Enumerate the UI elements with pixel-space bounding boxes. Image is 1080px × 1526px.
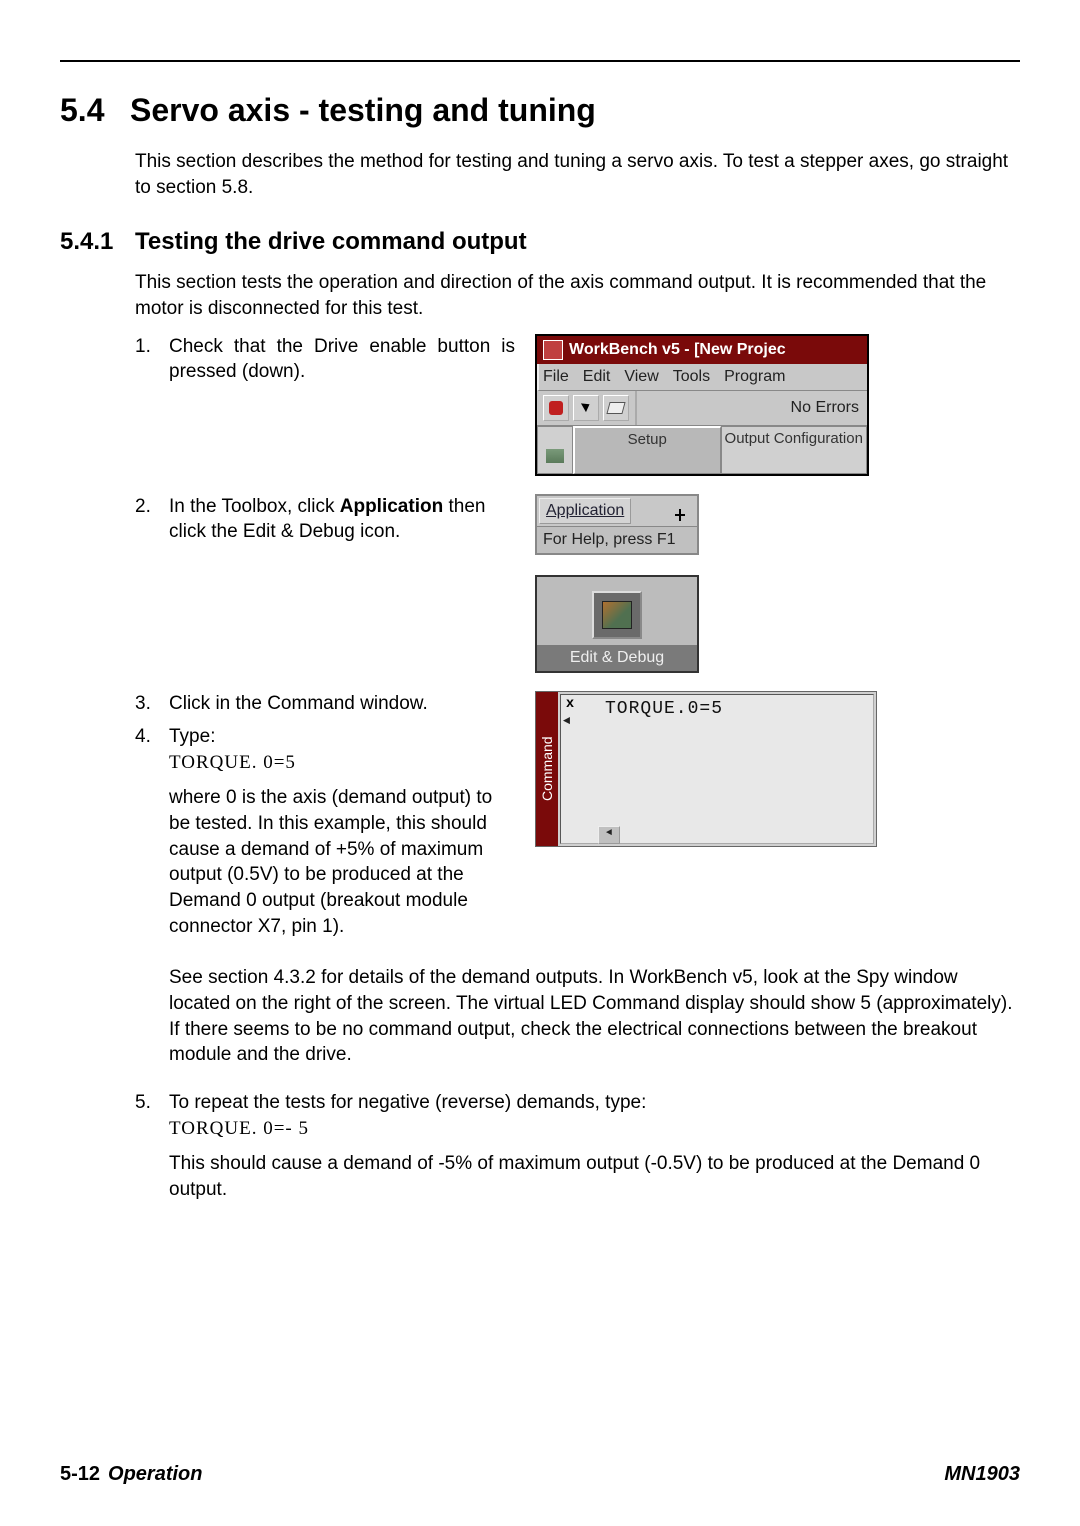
step-5: To repeat the tests for negative (revers…: [135, 1090, 1020, 1203]
step-2: In the Toolbox, click Application then c…: [135, 494, 515, 545]
top-rule: [60, 60, 1020, 62]
step-3: Click in the Command window.: [135, 691, 515, 717]
tab-strip: Setup Output Configuration: [537, 426, 867, 474]
close-icon[interactable]: x: [562, 694, 578, 710]
section-number: 5.4: [60, 92, 130, 129]
footer-left: 5-12Operation: [60, 1463, 202, 1486]
toolbar-clear-button[interactable]: [603, 395, 629, 421]
step-4-continued: See section 4.3.2 for details of the dem…: [169, 965, 1020, 1068]
tab-setup[interactable]: Setup: [573, 426, 721, 474]
subsection-number: 5.4.1: [60, 228, 135, 256]
scroll-left-icon[interactable]: ◄: [598, 826, 620, 844]
window-title: WorkBench v5 - [New Projec: [569, 341, 786, 359]
application-tab-figure: Application For Help, press F1: [535, 494, 699, 555]
step-4: Type: TORQUE. 0=5 where 0 is the axis (d…: [135, 724, 515, 939]
cursor-icon: [580, 399, 591, 411]
workbench-window: WorkBench v5 - [New Projec File Edit Vie…: [535, 334, 869, 476]
collapse-icon[interactable]: [562, 714, 576, 728]
subsection-heading: 5.4.1Testing the drive command output: [60, 228, 1020, 256]
tab-icon-cell: [537, 426, 573, 474]
eraser-icon: [606, 402, 625, 414]
command-window: Command x TORQUE.0=5 ◄: [535, 691, 877, 847]
menu-file[interactable]: File: [543, 368, 569, 386]
subsection-title: Testing the drive command output: [135, 228, 527, 255]
menu-program[interactable]: Program: [724, 368, 785, 386]
edit-debug-icon: [602, 601, 632, 629]
page-footer: 5-12Operation MN1903: [60, 1463, 1020, 1486]
command-textarea[interactable]: TORQUE.0=5: [560, 694, 874, 844]
stop-icon: [549, 401, 563, 415]
footer-right: MN1903: [944, 1463, 1020, 1486]
section-heading: 5.4Servo axis - testing and tuning: [60, 92, 1020, 129]
statusbar-help: For Help, press F1: [537, 526, 697, 553]
tab-icon: [546, 449, 564, 463]
status-noerrors: No Errors: [637, 399, 867, 417]
toolbar-cursor-button[interactable]: [573, 395, 599, 421]
tab-output-config[interactable]: Output Configuration: [721, 426, 868, 474]
toolbar: No Errors: [537, 391, 867, 426]
command-text: TORQUE.0=5: [605, 699, 723, 719]
command-tab-label[interactable]: Command: [536, 692, 558, 846]
edit-debug-figure: Edit & Debug: [535, 575, 699, 673]
app-icon: [543, 340, 563, 360]
drive-enable-button[interactable]: [543, 395, 569, 421]
menu-edit[interactable]: Edit: [583, 368, 611, 386]
menu-tools[interactable]: Tools: [673, 368, 710, 386]
menu-view[interactable]: View: [624, 368, 658, 386]
menu-bar: File Edit View Tools Program: [537, 364, 867, 391]
section-title: Servo axis - testing and tuning: [130, 92, 596, 128]
mouse-cursor-icon: [673, 506, 687, 524]
manual-page: 5.4Servo axis - testing and tuning This …: [0, 0, 1080, 1526]
edit-debug-label: Edit & Debug: [537, 645, 697, 671]
application-tab[interactable]: Application: [539, 498, 631, 524]
step-1: Check that the Drive enable button is pr…: [135, 334, 515, 385]
intro-paragraph: This section describes the method for te…: [135, 149, 1020, 200]
window-titlebar: WorkBench v5 - [New Projec: [537, 336, 867, 364]
subsection-intro: This section tests the operation and dir…: [135, 270, 1020, 321]
edit-debug-button[interactable]: [592, 591, 642, 639]
